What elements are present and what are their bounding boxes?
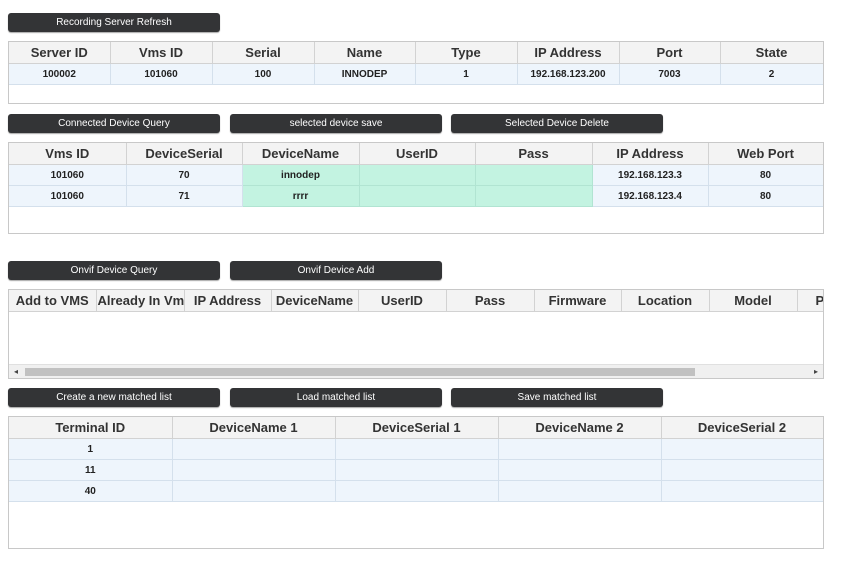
column-header[interactable]: DeviceSerial	[126, 143, 243, 165]
column-header[interactable]: Model	[709, 290, 798, 312]
table-cell[interactable]: 70	[126, 164, 243, 186]
connected-device-table: Vms ID DeviceSerial DeviceName UserID Pa…	[9, 143, 823, 207]
onvif-device-grid: Add to VMS Already In Vms IP Address Dev…	[8, 289, 824, 379]
column-header[interactable]: DeviceName 2	[498, 417, 662, 439]
table-cell[interactable]	[661, 459, 823, 481]
table-cell[interactable]: 100002	[9, 63, 111, 85]
table-cell[interactable]	[498, 438, 662, 460]
column-header[interactable]: Location	[621, 290, 710, 312]
table-cell[interactable]: 71	[126, 185, 243, 207]
table-cell[interactable]: 192.168.123.200	[517, 63, 620, 85]
scroll-left-icon[interactable]: ◂	[9, 365, 23, 378]
table-cell[interactable]	[172, 438, 336, 460]
column-header[interactable]: UserID	[358, 290, 447, 312]
table-cell[interactable]	[335, 438, 499, 460]
table-cell[interactable]: 192.168.123.3	[592, 164, 709, 186]
table-cell[interactable]	[172, 480, 336, 502]
column-header[interactable]: IP Address	[184, 290, 272, 312]
table-cell[interactable]	[335, 480, 499, 502]
table-row[interactable]: 101060 70 innodep 192.168.123.3 80	[9, 164, 823, 186]
column-header[interactable]: DeviceSerial 2	[661, 417, 823, 439]
table-cell[interactable]: 40	[9, 480, 173, 502]
matched-list-grid: Terminal ID DeviceName 1 DeviceSerial 1 …	[8, 416, 824, 549]
column-header[interactable]: IP Address	[592, 143, 709, 165]
table-row[interactable]: 40	[9, 480, 823, 502]
column-header[interactable]: UserID	[359, 143, 476, 165]
onvif-device-query-button[interactable]: Onvif Device Query	[8, 261, 220, 280]
table-cell[interactable]: 7003	[619, 63, 721, 85]
column-header[interactable]: Pass	[475, 143, 593, 165]
table-row[interactable]: 11	[9, 459, 823, 481]
column-header[interactable]: Firmware	[534, 290, 622, 312]
connected-device-grid: Vms ID DeviceSerial DeviceName UserID Pa…	[8, 142, 824, 234]
column-header[interactable]: DeviceName	[242, 143, 360, 165]
onvif-device-add-button[interactable]: Onvif Device Add	[230, 261, 442, 280]
table-cell[interactable]: 192.168.123.4	[592, 185, 709, 207]
column-header[interactable]: IP Address	[517, 42, 620, 64]
create-matched-list-button[interactable]: Create a new matched list	[8, 388, 220, 407]
table-cell[interactable]: 1	[415, 63, 518, 85]
table-cell[interactable]: 11	[9, 459, 173, 481]
column-header[interactable]: DeviceName	[271, 290, 359, 312]
table-cell[interactable]	[661, 438, 823, 460]
editable-cell-pass[interactable]	[475, 185, 593, 207]
recording-server-table: Server ID Vms ID Serial Name Type IP Add…	[9, 42, 823, 85]
editable-cell-device-name[interactable]: rrrr	[242, 185, 360, 207]
table-row[interactable]: 101060 71 rrrr 192.168.123.4 80	[9, 185, 823, 207]
column-header[interactable]: Port	[619, 42, 721, 64]
selected-device-save-button[interactable]: selected device save	[230, 114, 442, 133]
column-header[interactable]: Web Port	[708, 143, 823, 165]
table-cell[interactable]: 100	[212, 63, 315, 85]
editable-cell-user-id[interactable]	[359, 185, 476, 207]
onvif-device-table: Add to VMS Already In Vms IP Address Dev…	[9, 290, 823, 312]
table-row[interactable]: 1	[9, 438, 823, 460]
table-cell[interactable]: 101060	[9, 164, 127, 186]
editable-cell-pass[interactable]	[475, 164, 593, 186]
column-header[interactable]: Terminal ID	[9, 417, 173, 439]
connected-header-row: Vms ID DeviceSerial DeviceName UserID Pa…	[9, 143, 823, 165]
editable-cell-device-name[interactable]: innodep	[242, 164, 360, 186]
table-cell[interactable]	[498, 480, 662, 502]
table-cell[interactable]: 80	[708, 164, 823, 186]
recording-server-grid: Server ID Vms ID Serial Name Type IP Add…	[8, 41, 824, 104]
column-header[interactable]: P	[797, 290, 823, 312]
load-matched-list-button[interactable]: Load matched list	[230, 388, 442, 407]
table-cell[interactable]	[661, 480, 823, 502]
table-cell[interactable]: 101060	[9, 185, 127, 207]
table-cell[interactable]	[172, 459, 336, 481]
onvif-header-row: Add to VMS Already In Vms IP Address Dev…	[9, 290, 823, 312]
column-header[interactable]: Add to VMS	[9, 290, 97, 312]
table-cell[interactable]: INNODEP	[314, 63, 416, 85]
column-header[interactable]: Name	[314, 42, 416, 64]
column-header[interactable]: DeviceName 1	[172, 417, 336, 439]
column-header[interactable]: State	[720, 42, 823, 64]
selected-device-delete-button[interactable]: Selected Device Delete	[451, 114, 663, 133]
column-header[interactable]: Type	[415, 42, 518, 64]
table-cell[interactable]: 101060	[110, 63, 213, 85]
column-header[interactable]: DeviceSerial 1	[335, 417, 499, 439]
recording-header-row: Server ID Vms ID Serial Name Type IP Add…	[9, 42, 823, 64]
horizontal-scrollbar[interactable]: ◂ ▸	[9, 364, 823, 378]
column-header[interactable]: Vms ID	[9, 143, 127, 165]
table-cell[interactable]: 1	[9, 438, 173, 460]
column-header[interactable]: Pass	[446, 290, 535, 312]
scrollbar-thumb[interactable]	[25, 368, 695, 376]
table-row[interactable]: 100002 101060 100 INNODEP 1 192.168.123.…	[9, 63, 823, 85]
matched-list-table: Terminal ID DeviceName 1 DeviceSerial 1 …	[9, 417, 823, 502]
column-header[interactable]: Vms ID	[110, 42, 213, 64]
table-cell[interactable]: 2	[720, 63, 823, 85]
table-cell[interactable]: 80	[708, 185, 823, 207]
table-cell[interactable]	[498, 459, 662, 481]
column-header[interactable]: Server ID	[9, 42, 111, 64]
table-cell[interactable]	[335, 459, 499, 481]
save-matched-list-button[interactable]: Save matched list	[451, 388, 663, 407]
recording-server-refresh-button[interactable]: Recording Server Refresh	[8, 13, 220, 32]
matched-header-row: Terminal ID DeviceName 1 DeviceSerial 1 …	[9, 417, 823, 439]
editable-cell-user-id[interactable]	[359, 164, 476, 186]
connected-device-query-button[interactable]: Connected Device Query	[8, 114, 220, 133]
column-header[interactable]: Already In Vms	[96, 290, 185, 312]
column-header[interactable]: Serial	[212, 42, 315, 64]
scroll-right-icon[interactable]: ▸	[809, 365, 823, 378]
